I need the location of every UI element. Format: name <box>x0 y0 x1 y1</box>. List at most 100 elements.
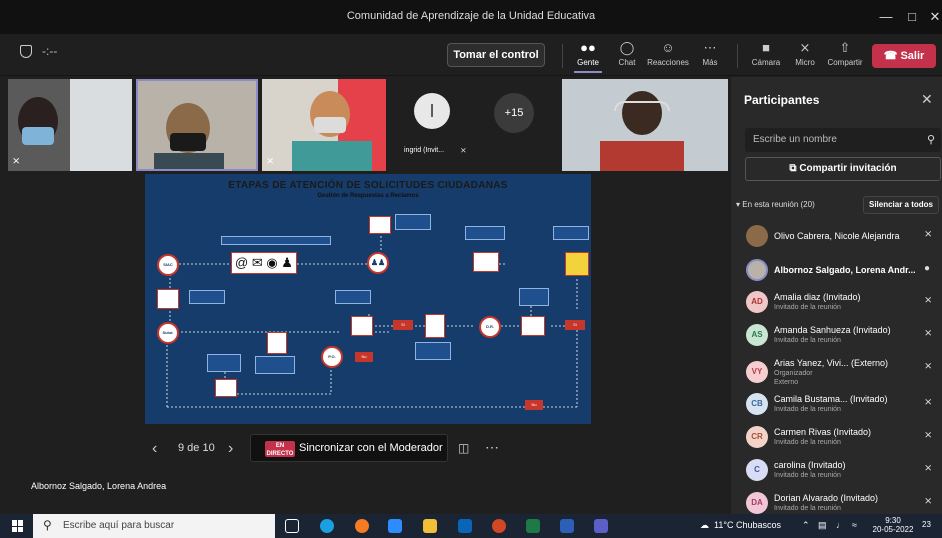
sync-moderator-button[interactable]: EN DIRECTO Sincronizar con el Moderador <box>250 434 448 462</box>
clock-time: 9:30 <box>885 516 901 525</box>
edge-icon[interactable] <box>320 519 334 533</box>
taskbar-search-input[interactable]: ⚲ Escribe aquí para buscar <box>33 514 275 538</box>
document-check-icon <box>565 252 589 276</box>
participants-panel: Participantes ✕ Escribe un nombre ⚲ ⧉ Co… <box>731 77 942 514</box>
mask <box>314 117 346 133</box>
mute-all-button[interactable]: Silenciar a todos <box>863 196 939 214</box>
participant-row[interactable]: C carolina (Invitado) Invitado de la reu… <box>731 455 942 485</box>
hand-icon <box>521 316 545 336</box>
camera-button[interactable]: ■ Cámara <box>744 40 788 67</box>
flow-box <box>221 236 331 245</box>
document-icon <box>425 314 445 338</box>
shield-icon[interactable] <box>20 45 32 59</box>
video-tile[interactable] <box>136 79 258 171</box>
reactions-button[interactable]: ☺ Reacciones <box>646 40 690 67</box>
video-tile[interactable]: ⨯ <box>262 79 386 171</box>
chat-icon: ◯ <box>619 40 635 55</box>
firefox-icon[interactable] <box>355 519 369 533</box>
network-icon[interactable]: ▤ <box>818 520 827 531</box>
participant-row[interactable]: CB Camila Bustama... (Invitado) Invitado… <box>731 389 942 419</box>
panel-title: Participantes <box>744 93 820 107</box>
weather-label[interactable]: 11°C Chubascos <box>714 520 781 530</box>
flow-box <box>255 356 295 374</box>
take-control-button[interactable]: Tomar el control <box>447 43 545 67</box>
word-icon[interactable] <box>560 519 574 533</box>
flow-box <box>415 342 451 360</box>
grid-view-icon[interactable]: ◫ <box>458 441 469 455</box>
avatar-tile[interactable]: I ingrid (Invit... ⨯ <box>392 79 472 171</box>
flow-box <box>207 354 241 372</box>
participant-row[interactable]: VY Arias Yanez, Vivi... (Externo) Organi… <box>731 353 942 393</box>
outlook-icon[interactable] <box>458 519 472 533</box>
close-icon[interactable]: ✕ <box>921 91 933 108</box>
live-label-2: DIRECTO <box>266 451 294 457</box>
yes-tag: Sí <box>565 320 585 330</box>
mic-off-icon: ⨯ <box>12 156 21 167</box>
divider <box>562 44 563 68</box>
live-badge: EN DIRECTO <box>265 441 295 457</box>
participant-row[interactable]: CR Carmen Rivas (Invitado) Invitado de l… <box>731 422 942 452</box>
share-label: Compartir <box>827 58 863 67</box>
video-tile[interactable]: ⨯ <box>8 79 132 171</box>
more-options-icon[interactable]: ⋯ <box>485 439 499 456</box>
video-tile[interactable] <box>562 79 728 171</box>
people-icon: ●● <box>580 40 596 55</box>
meeting-timer: -:-- <box>42 44 58 58</box>
reactions-label: Reacciones <box>647 58 689 67</box>
mic-off-icon: ⨯ <box>924 397 933 408</box>
participant-row[interactable]: Albornoz Salgado, Lorena Andr... ● <box>731 255 942 285</box>
participant-video <box>622 91 662 135</box>
flow-box <box>519 288 549 306</box>
camera-label: Cámara <box>751 58 781 67</box>
mic-off-icon: ⨯ <box>924 496 933 507</box>
overflow-tile[interactable]: +15 <box>476 79 556 171</box>
participant-row[interactable]: Olivo Cabrera, Nicole Alejandra ⨯ <box>731 221 942 251</box>
participant-name: Amanda Sanhueza (Invitado) <box>774 325 891 335</box>
overflow-count: +15 <box>494 93 534 133</box>
chevron-left-icon[interactable]: ‹ <box>152 440 157 458</box>
zoom-icon[interactable] <box>388 519 402 533</box>
participant-row[interactable]: AS Amanda Sanhueza (Invitado) Invitado d… <box>731 320 942 350</box>
in-meeting-header[interactable]: ▾ En esta reunión (20) <box>736 200 815 209</box>
mic-off-icon: ⨯ <box>924 229 933 240</box>
participant-role: Invitado de la reunión <box>774 439 841 446</box>
windows-start-icon[interactable] <box>12 520 24 532</box>
cycle-icon <box>157 289 179 309</box>
avatar: DA <box>746 492 768 514</box>
minimize-icon[interactable]: — <box>873 6 899 28</box>
participant-role: Invitado de la reunión <box>774 337 841 344</box>
clock[interactable]: 9:30 20-05-2022 <box>870 516 916 534</box>
chat-button[interactable]: ◯ Chat <box>605 40 649 67</box>
masks-icon <box>473 252 499 272</box>
weather-icon: ☁ <box>700 520 709 530</box>
share-invite-button[interactable]: ⧉ Compartir invitación <box>745 157 941 181</box>
mic-button[interactable]: ⨯ Micro <box>783 40 827 67</box>
chevron-right-icon[interactable]: › <box>228 440 233 458</box>
search-icon: ⚲ <box>926 134 935 146</box>
task-view-icon[interactable] <box>285 519 299 533</box>
meeting-toolbar: -:-- Tomar el control ●● Gente ◯ Chat ☺ … <box>0 34 942 76</box>
speaker-icon[interactable]: ♩ <box>836 520 845 530</box>
file-explorer-icon[interactable] <box>423 519 437 533</box>
clock-date: 20-05-2022 <box>872 525 914 534</box>
chevron-up-icon[interactable]: ⌃ <box>802 520 810 531</box>
avatar: AD <box>746 291 768 313</box>
share-button[interactable]: ⇧ Compartir <box>823 40 867 67</box>
more-button[interactable]: ⋯ Más <box>688 40 732 67</box>
powerpoint-icon[interactable] <box>492 519 506 533</box>
people-button[interactable]: ●● Gente <box>566 40 610 73</box>
participant-search-input[interactable]: Escribe un nombre ⚲ <box>745 128 941 152</box>
sync-label: Sincronizar con el Moderador <box>299 442 443 454</box>
teams-icon[interactable] <box>594 519 608 533</box>
close-icon[interactable]: ✕ <box>922 6 942 28</box>
mask <box>170 133 206 151</box>
wifi-icon[interactable]: ≈ <box>852 520 857 530</box>
leave-button[interactable]: ☎ Salir <box>872 44 936 68</box>
avatar: I <box>414 93 450 129</box>
participant-role: Invitado de la reunión <box>774 406 841 413</box>
excel-icon[interactable] <box>526 519 540 533</box>
participant-row[interactable]: AD Amalia diaz (Invitado) Invitado de la… <box>731 287 942 317</box>
notification-badge[interactable]: 23 <box>922 520 931 529</box>
headphones <box>614 101 670 111</box>
mic-off-icon: ⨯ <box>924 430 933 441</box>
